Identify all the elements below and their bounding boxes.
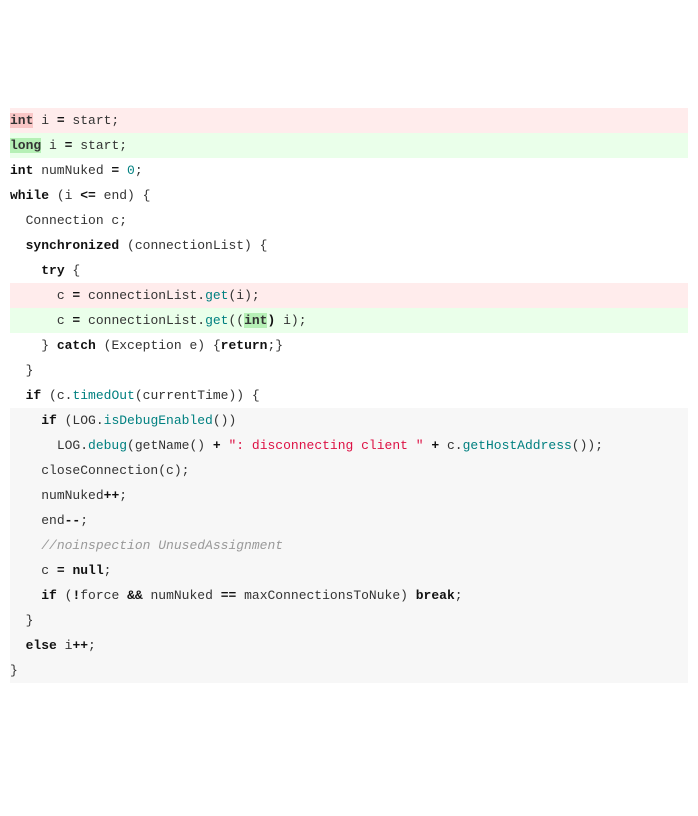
code-line: LOG.debug(getName() + ": disconnecting c… xyxy=(10,433,688,458)
code-token: + xyxy=(213,438,221,453)
code-line: } catch (Exception e) {return;} xyxy=(10,333,688,358)
code-token: == xyxy=(221,588,237,603)
code-token: ! xyxy=(72,588,80,603)
code-line: synchronized (connectionList) { xyxy=(10,233,688,258)
code-token: get xyxy=(205,313,228,328)
code-token: try xyxy=(41,263,64,278)
code-token: + xyxy=(431,438,439,453)
code-line: } xyxy=(10,608,688,633)
code-token: return xyxy=(221,338,268,353)
code-token: if xyxy=(26,388,42,403)
code-token: ) xyxy=(267,313,275,328)
code-token: = xyxy=(65,138,73,153)
code-token: isDebugEnabled xyxy=(104,413,213,428)
code-line: if (c.timedOut(currentTime)) { xyxy=(10,383,688,408)
code-line: } xyxy=(10,358,688,383)
code-token: && xyxy=(127,588,143,603)
code-token: = xyxy=(111,163,119,178)
code-token: break xyxy=(416,588,455,603)
code-token: = xyxy=(72,313,80,328)
code-token: while xyxy=(10,188,49,203)
code-token: 0 xyxy=(127,163,135,178)
code-token: -- xyxy=(65,513,81,528)
code-line: end--; xyxy=(10,508,688,533)
code-token: timedOut xyxy=(72,388,134,403)
code-token: getHostAddress xyxy=(463,438,572,453)
code-token: = xyxy=(57,563,65,578)
code-token: debug xyxy=(88,438,127,453)
code-line: Connection c; xyxy=(10,208,688,233)
code-token: catch xyxy=(57,338,96,353)
code-token: = xyxy=(72,288,80,303)
code-token: ++ xyxy=(104,488,120,503)
code-line: c = null; xyxy=(10,558,688,583)
code-line: int i = start; xyxy=(10,108,688,133)
code-token: ": disconnecting client " xyxy=(229,438,424,453)
code-line: int numNuked = 0; xyxy=(10,158,688,183)
code-token: else xyxy=(26,638,57,653)
code-line: else i++; xyxy=(10,633,688,658)
code-line: while (i <= end) { xyxy=(10,183,688,208)
code-line: } xyxy=(10,658,688,683)
code-token: = xyxy=(57,113,65,128)
code-token: if xyxy=(41,588,57,603)
code-token: if xyxy=(41,413,57,428)
code-line: c = connectionList.get((int) i); xyxy=(10,308,688,333)
code-line: numNuked++; xyxy=(10,483,688,508)
code-token: <= xyxy=(80,188,96,203)
code-line: //noinspection UnusedAssignment xyxy=(10,533,688,558)
diff-code-block: int i = start;long i = start;int numNuke… xyxy=(10,108,688,683)
code-line: closeConnection(c); xyxy=(10,458,688,483)
code-line: c = connectionList.get(i); xyxy=(10,283,688,308)
code-line: try { xyxy=(10,258,688,283)
code-token: null xyxy=(72,563,103,578)
code-token: ++ xyxy=(72,638,88,653)
code-line: if (LOG.isDebugEnabled()) xyxy=(10,408,688,433)
code-token: int xyxy=(10,163,33,178)
code-token: get xyxy=(205,288,228,303)
code-token: long xyxy=(10,138,41,153)
code-token: int xyxy=(244,313,267,328)
code-token: //noinspection UnusedAssignment xyxy=(41,538,283,553)
code-token: int xyxy=(10,113,33,128)
code-token: synchronized xyxy=(26,238,120,253)
code-line: long i = start; xyxy=(10,133,688,158)
